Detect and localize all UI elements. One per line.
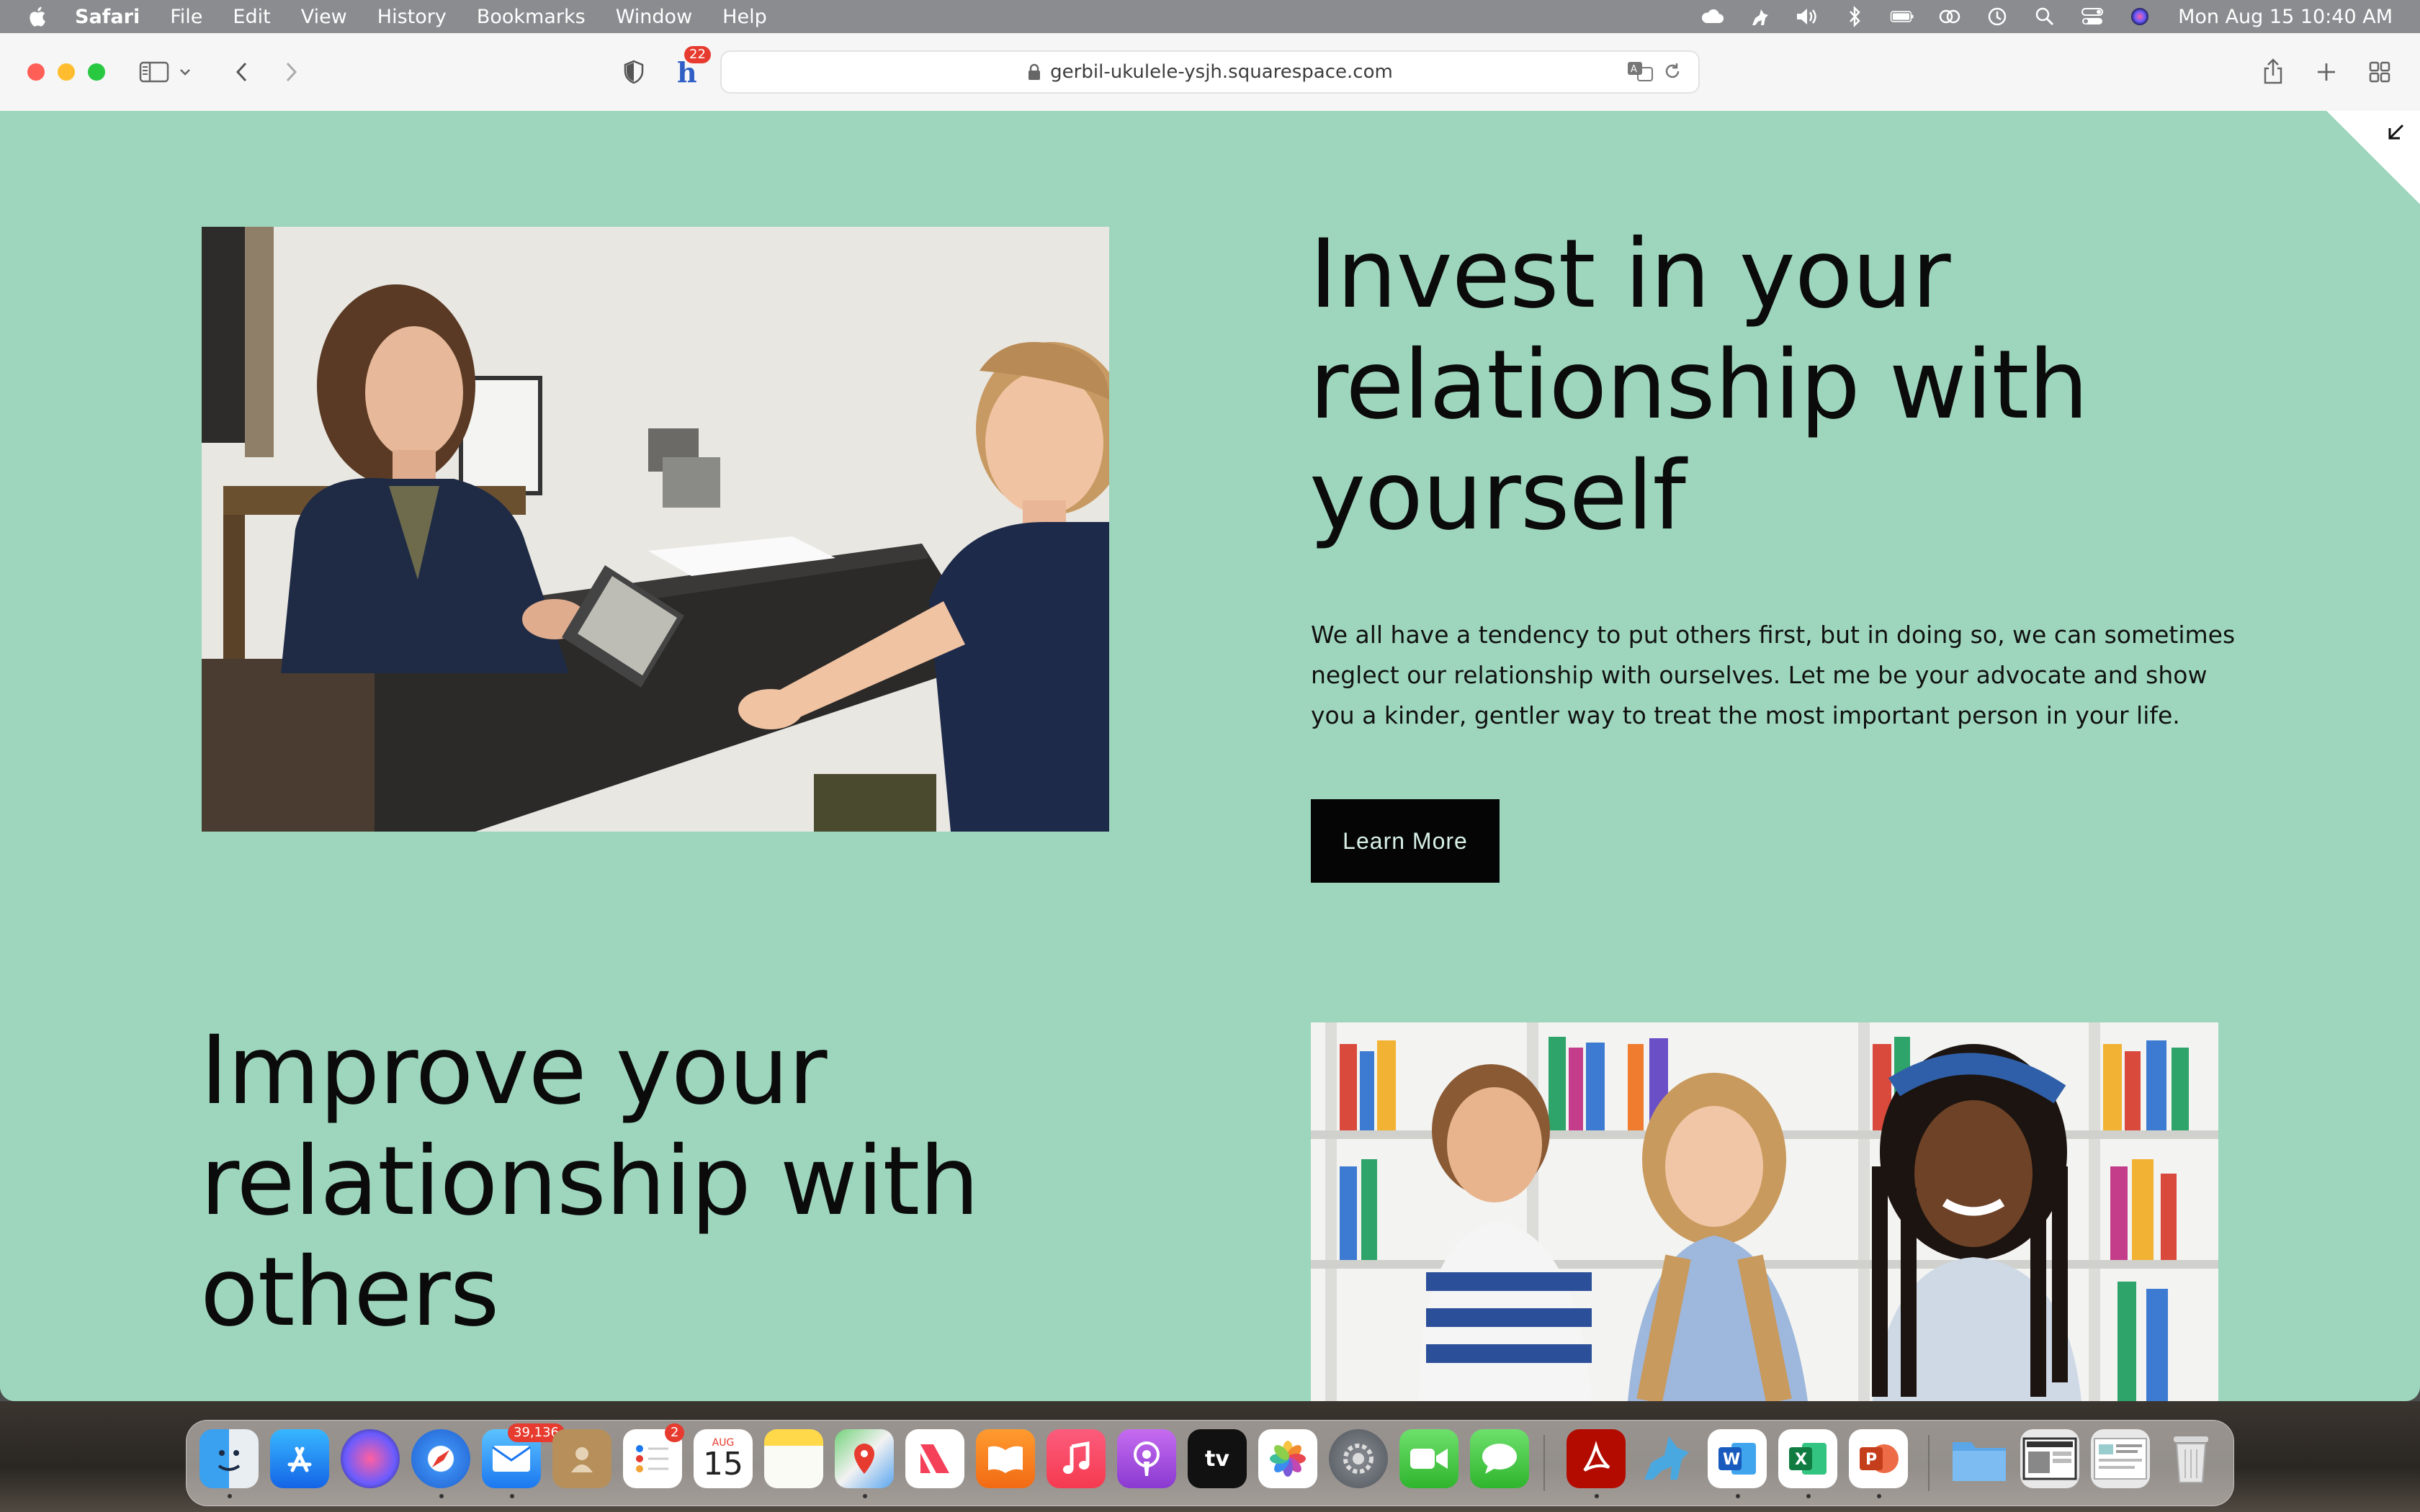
system-preferences-icon[interactable] bbox=[1329, 1429, 1388, 1488]
apple-tv-label: tv bbox=[1205, 1446, 1229, 1472]
menu-bar: Safari File Edit View History Bookmarks … bbox=[0, 0, 2420, 33]
sidebar-toggle-icon[interactable] bbox=[137, 55, 171, 89]
forward-button[interactable] bbox=[274, 55, 308, 89]
bluetooth-icon[interactable] bbox=[1842, 6, 1867, 27]
messages-icon[interactable] bbox=[1470, 1429, 1529, 1488]
svg-text:W: W bbox=[1723, 1451, 1740, 1469]
address-bar[interactable]: gerbil-ukulele-ysjh.squarespace.com A bbox=[720, 50, 1700, 94]
url-text: gerbil-ukulele-ysjh.squarespace.com bbox=[1050, 61, 1393, 83]
extension-badge: 22 bbox=[684, 46, 711, 63]
dock-separator bbox=[1543, 1435, 1545, 1491]
reminders-icon[interactable]: 2 bbox=[623, 1423, 685, 1488]
safari-app-icon[interactable] bbox=[411, 1429, 470, 1488]
section-heading-improve: Improve your relationship with others bbox=[200, 1015, 980, 1348]
privacy-shield-icon[interactable] bbox=[617, 55, 651, 89]
books-icon[interactable] bbox=[976, 1429, 1035, 1488]
finder-running-dot bbox=[228, 1494, 232, 1498]
time-machine-icon[interactable] bbox=[1985, 6, 2009, 27]
excel-icon[interactable]: X bbox=[1778, 1429, 1837, 1488]
menu-window[interactable]: Window bbox=[616, 6, 692, 28]
screen-mirroring-icon[interactable] bbox=[1937, 6, 1962, 27]
excel-running-dot bbox=[1806, 1494, 1811, 1498]
minimize-window-button[interactable] bbox=[58, 63, 75, 81]
chevron-down-icon[interactable] bbox=[176, 55, 194, 89]
page-corner-tab[interactable] bbox=[2326, 111, 2420, 204]
maps-icon[interactable] bbox=[835, 1429, 894, 1488]
news-icon[interactable] bbox=[905, 1429, 964, 1488]
lock-icon bbox=[1028, 63, 1041, 80]
menu-file[interactable]: File bbox=[170, 6, 202, 28]
document-thumbnail-icon[interactable] bbox=[2091, 1429, 2150, 1488]
svg-text:X: X bbox=[1795, 1451, 1807, 1469]
photos-icon[interactable] bbox=[1258, 1429, 1317, 1488]
calendar-day: 15 bbox=[703, 1446, 743, 1482]
close-window-button[interactable] bbox=[27, 63, 45, 81]
arrow-down-left-icon[interactable] bbox=[2384, 121, 2407, 144]
calendar-icon[interactable]: AUG 15 bbox=[694, 1429, 753, 1488]
svg-text:A: A bbox=[1631, 64, 1637, 75]
section-heading-invest: Invest in your relationship with yoursel… bbox=[1309, 219, 2089, 552]
zoom-window-button[interactable] bbox=[88, 63, 105, 81]
notes-icon[interactable] bbox=[764, 1429, 823, 1488]
menu-clock[interactable]: Mon Aug 15 10:40 AM bbox=[2178, 6, 2393, 28]
web-page: Invest in your relationship with yoursel… bbox=[0, 111, 2420, 1401]
facetime-icon[interactable] bbox=[1399, 1429, 1458, 1488]
apple-tv-icon[interactable]: tv bbox=[1188, 1429, 1247, 1488]
pet-app-icon[interactable] bbox=[1637, 1429, 1696, 1488]
screenshot-thumbnail-icon[interactable] bbox=[2020, 1429, 2079, 1488]
new-tab-icon[interactable] bbox=[2309, 55, 2344, 89]
dock: 39,136 2 AUG 15 tv W X P bbox=[186, 1420, 2234, 1506]
tab-overview-icon[interactable] bbox=[2362, 55, 2397, 89]
word-icon[interactable]: W bbox=[1708, 1429, 1767, 1488]
dock-separator-2 bbox=[1928, 1435, 1930, 1491]
safari-running-dot bbox=[439, 1494, 444, 1498]
reload-icon[interactable] bbox=[1662, 61, 1682, 81]
control-center-icon[interactable] bbox=[2080, 6, 2105, 27]
acrobat-reader-icon[interactable] bbox=[1567, 1429, 1626, 1488]
menu-app-name[interactable]: Safari bbox=[75, 6, 140, 28]
safari-window: h 22 gerbil-ukulele-ysjh.squarespace.com… bbox=[0, 33, 2420, 1401]
svg-text:P: P bbox=[1865, 1451, 1877, 1469]
word-running-dot bbox=[1736, 1494, 1740, 1498]
translate-icon[interactable]: A bbox=[1626, 59, 1655, 84]
powerpoint-running-dot bbox=[1877, 1494, 1881, 1498]
acrobat-running-dot bbox=[1595, 1494, 1599, 1498]
powerpoint-icon[interactable]: P bbox=[1849, 1429, 1908, 1488]
finder-icon[interactable] bbox=[200, 1429, 259, 1488]
contacts-icon[interactable] bbox=[552, 1429, 611, 1488]
reminders-badge: 2 bbox=[665, 1423, 685, 1442]
siri-icon[interactable] bbox=[2128, 6, 2152, 27]
spotlight-search-icon[interactable] bbox=[2033, 6, 2057, 27]
safari-toolbar: h 22 gerbil-ukulele-ysjh.squarespace.com… bbox=[0, 33, 2420, 112]
trash-icon[interactable] bbox=[2161, 1429, 2220, 1488]
battery-icon[interactable] bbox=[1890, 6, 1914, 27]
menu-help[interactable]: Help bbox=[722, 6, 767, 28]
maps-running-dot bbox=[863, 1494, 867, 1498]
pet-status-icon[interactable] bbox=[1747, 6, 1772, 27]
apple-menu-icon[interactable] bbox=[26, 4, 50, 29]
menu-history[interactable]: History bbox=[377, 6, 447, 28]
learn-more-button[interactable]: Learn More bbox=[1311, 799, 1500, 883]
menu-view[interactable]: View bbox=[301, 6, 347, 28]
folder-icon[interactable] bbox=[1950, 1429, 2009, 1488]
icloud-icon[interactable] bbox=[1700, 6, 1724, 27]
siri-app-icon[interactable] bbox=[341, 1429, 400, 1488]
music-icon[interactable] bbox=[1047, 1429, 1106, 1488]
podcasts-icon[interactable] bbox=[1117, 1429, 1176, 1488]
app-store-icon[interactable] bbox=[270, 1429, 329, 1488]
share-icon[interactable] bbox=[2256, 55, 2290, 89]
back-button[interactable] bbox=[225, 55, 259, 89]
mail-running-dot bbox=[510, 1494, 514, 1498]
menu-edit[interactable]: Edit bbox=[233, 6, 270, 28]
volume-icon[interactable] bbox=[1795, 6, 1819, 27]
children-library-photo bbox=[1311, 1022, 2218, 1401]
teacher-student-photo bbox=[202, 227, 1109, 832]
section-body-text: We all have a tendency to put others fir… bbox=[1311, 621, 2236, 729]
menu-bookmarks[interactable]: Bookmarks bbox=[477, 6, 586, 28]
mail-icon[interactable]: 39,136 bbox=[482, 1423, 565, 1488]
